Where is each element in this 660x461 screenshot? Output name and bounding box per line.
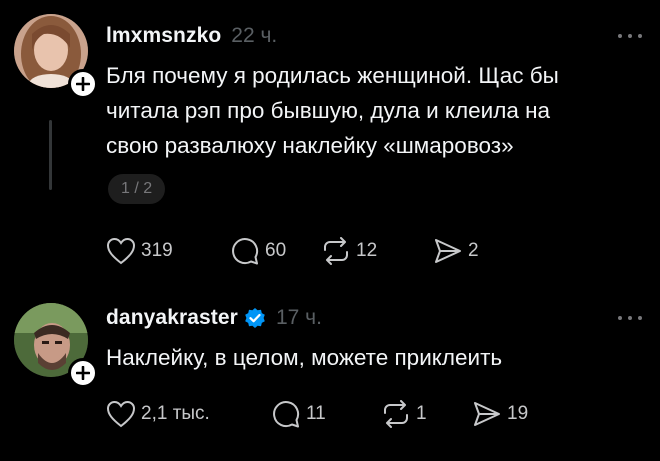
post-time[interactable]: 17 ч. bbox=[276, 306, 322, 330]
plus-icon bbox=[76, 77, 90, 91]
post-header: lmxmsnzko 22 ч. bbox=[106, 21, 277, 51]
comment-bubble-icon bbox=[232, 238, 259, 265]
share-button[interactable]: 2 bbox=[433, 235, 479, 267]
like-button[interactable]: 319 bbox=[106, 235, 230, 267]
thread-line bbox=[49, 120, 52, 190]
more-dots-icon bbox=[618, 316, 622, 320]
reply-button[interactable]: 60 bbox=[230, 235, 321, 267]
repost-button[interactable]: 12 bbox=[321, 235, 433, 267]
like-button[interactable]: 2,1 тыс. bbox=[106, 398, 271, 430]
username[interactable]: danyakraster bbox=[106, 306, 238, 330]
send-icon bbox=[435, 239, 461, 263]
reply-count: 60 bbox=[265, 240, 287, 261]
action-bar: 2,1 тыс. 11 1 19 bbox=[106, 398, 528, 430]
post-text-line: Бля почему я родилась женщиной. Щас бы bbox=[106, 63, 559, 88]
more-options-button[interactable] bbox=[618, 32, 642, 40]
heart-icon bbox=[106, 400, 136, 428]
repost-button[interactable]: 1 bbox=[381, 398, 472, 430]
thread-post: danyakraster 17 ч. Наклейку, в целом, мо… bbox=[0, 290, 660, 461]
repost-icon bbox=[384, 400, 408, 428]
post-text-line: Наклейку, в целом, можете приклеить bbox=[106, 345, 503, 370]
repost-count: 1 bbox=[416, 403, 427, 424]
thread-post: lmxmsnzko 22 ч. Бля почему я родилась же… bbox=[0, 0, 660, 290]
more-dots-icon bbox=[618, 34, 622, 38]
heart-icon bbox=[106, 237, 136, 265]
repost-count: 12 bbox=[356, 240, 378, 261]
send-icon bbox=[474, 402, 500, 426]
verified-badge-icon bbox=[245, 308, 265, 328]
avatar-container bbox=[14, 14, 98, 99]
reply-button[interactable]: 11 bbox=[271, 398, 381, 430]
follow-button[interactable] bbox=[68, 69, 98, 99]
post-text: Бля почему я родилась женщиной. Щас бы ч… bbox=[106, 58, 646, 163]
post-header: danyakraster 17 ч. bbox=[106, 303, 322, 333]
share-count: 19 bbox=[507, 403, 529, 424]
username[interactable]: lmxmsnzko bbox=[106, 24, 221, 48]
follow-button[interactable] bbox=[68, 358, 98, 388]
plus-icon bbox=[76, 366, 90, 380]
share-button[interactable]: 19 bbox=[472, 398, 528, 430]
action-bar: 319 60 12 2 bbox=[106, 235, 479, 267]
verified-badge bbox=[244, 307, 266, 329]
media-pager[interactable]: 1 / 2 bbox=[108, 174, 166, 204]
like-count: 2,1 тыс. bbox=[141, 403, 210, 424]
comment-bubble-icon bbox=[273, 401, 300, 428]
post-time[interactable]: 22 ч. bbox=[231, 24, 277, 48]
reply-count: 11 bbox=[306, 403, 326, 424]
share-count: 2 bbox=[468, 240, 479, 261]
repost-icon bbox=[324, 237, 348, 265]
post-text: Наклейку, в целом, можете приклеить bbox=[106, 340, 646, 375]
avatar-container bbox=[14, 303, 98, 388]
like-count: 319 bbox=[141, 240, 173, 261]
post-text-line: свою развалюху наклейку «шмаровоз» bbox=[106, 133, 514, 158]
post-text-line: читала рэп про бывшую, дула и клеила на bbox=[106, 98, 551, 123]
more-options-button[interactable] bbox=[618, 314, 642, 322]
